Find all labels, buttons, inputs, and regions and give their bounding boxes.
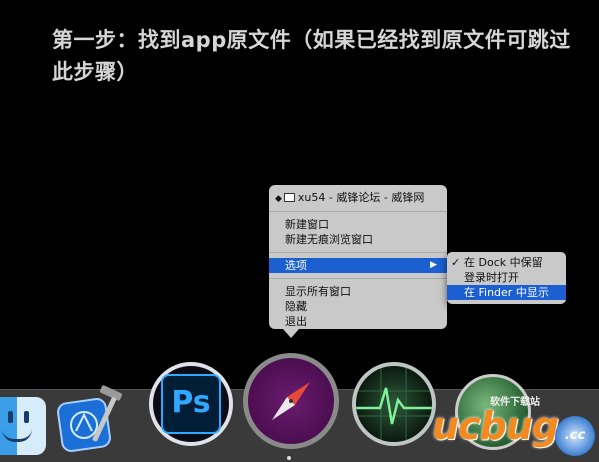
- activity-monitor-icon[interactable]: [352, 362, 436, 446]
- options-submenu: ✓ 在 Dock 中保留 登录时打开 在 Finder 中显示: [447, 252, 566, 304]
- menu-separator: [269, 278, 447, 279]
- checkmark-icon: ✓: [451, 256, 461, 269]
- submenu-item-label: 在 Finder 中显示: [464, 286, 549, 299]
- tutorial-caption: 第一步：找到app原文件（如果已经找到原文件可跳过此步骤）: [52, 28, 571, 84]
- xcode-icon[interactable]: [56, 383, 130, 457]
- submenu-item-show-in-finder[interactable]: 在 Finder 中显示: [447, 285, 566, 300]
- watermark-cc-badge: .cc: [555, 416, 595, 456]
- submenu-item-open-at-login[interactable]: 登录时打开: [447, 270, 566, 285]
- finder-icon[interactable]: [0, 397, 46, 455]
- menu-item-quit[interactable]: 退出: [269, 314, 447, 329]
- photoshop-icon[interactable]: Ps: [149, 362, 233, 446]
- running-indicator: [287, 456, 291, 460]
- finder-smile: [2, 429, 32, 442]
- photoshop-label: Ps: [161, 374, 221, 434]
- dock-context-menu: ◆ xu54 - 威锋论坛 - 威锋网 新建窗口 新建无痕浏览窗口 选项 ▶ 显示…: [269, 185, 447, 329]
- watermark-subtitle: 软件下载站: [490, 397, 540, 408]
- menu-window-item[interactable]: ◆ xu54 - 威锋论坛 - 威锋网: [269, 189, 447, 206]
- watermark-logo: ucbug: [432, 404, 559, 448]
- safari-icon[interactable]: [243, 353, 339, 449]
- window-icon: [283, 192, 295, 202]
- submenu-item-keep-in-dock[interactable]: ✓ 在 Dock 中保留: [447, 255, 566, 270]
- menu-item-options-label: 选项: [285, 259, 307, 272]
- menu-window-title: xu54 - 威锋论坛 - 威锋网: [297, 191, 425, 204]
- heartbeat-icon: [356, 366, 432, 442]
- menu-item-hide[interactable]: 隐藏: [269, 299, 447, 314]
- submenu-arrow-icon: ▶: [430, 260, 437, 270]
- menu-separator: [269, 252, 447, 253]
- menu-item-new-window[interactable]: 新建窗口: [269, 217, 447, 232]
- menu-item-new-private-window[interactable]: 新建无痕浏览窗口: [269, 232, 447, 247]
- menu-item-options[interactable]: 选项 ▶: [269, 258, 447, 273]
- finder-eye: [24, 411, 29, 423]
- menu-pointer: [283, 329, 299, 338]
- submenu-item-label: 登录时打开: [464, 271, 519, 284]
- diamond-icon: ◆: [275, 194, 282, 204]
- menu-separator: [269, 211, 447, 212]
- finder-eye: [8, 411, 13, 423]
- menu-item-show-all-windows[interactable]: 显示所有窗口: [269, 284, 447, 299]
- submenu-item-label: 在 Dock 中保留: [464, 256, 543, 269]
